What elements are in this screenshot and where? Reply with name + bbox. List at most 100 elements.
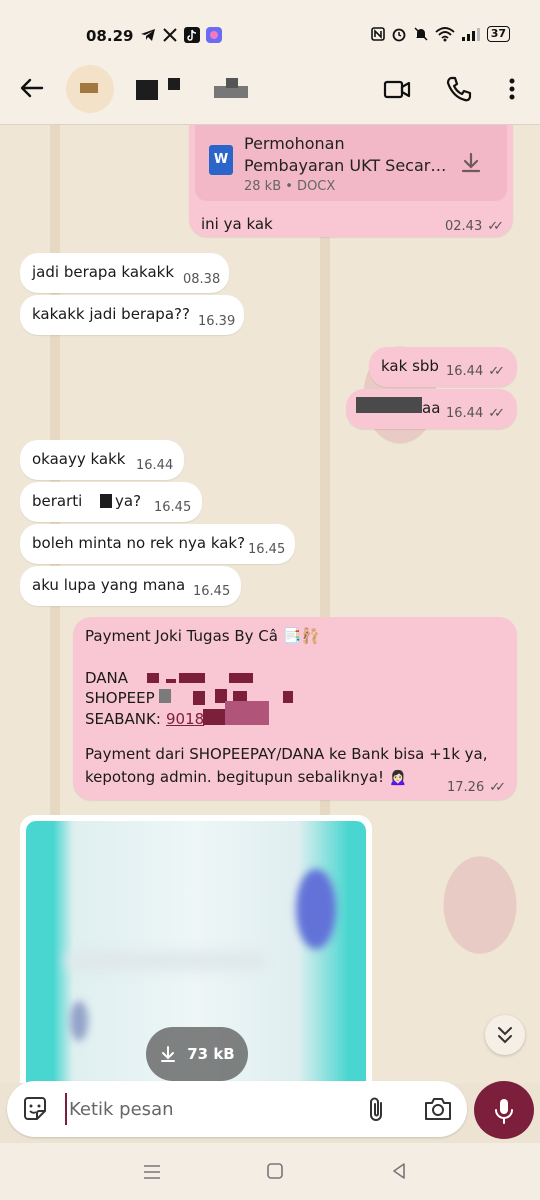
- tiktok-icon: [184, 27, 200, 43]
- redaction-block: [225, 701, 269, 725]
- redaction-block: [229, 673, 253, 683]
- back-arrow-icon[interactable]: [18, 74, 46, 102]
- redaction-block: [100, 494, 112, 508]
- payment-message[interactable]: Payment Joki Tugas By Câ 📑🩰 DANA SHOPEEP…: [73, 617, 517, 800]
- incoming-message[interactable]: boleh minta no rek nya kak? 16.45: [20, 524, 295, 564]
- message-text: berarti: [32, 492, 83, 510]
- redaction-block: [283, 691, 293, 703]
- contact-name-redaction: [226, 78, 238, 88]
- message-time: 16.45: [154, 500, 192, 515]
- video-call-icon[interactable]: [382, 74, 412, 104]
- message-time: 16.44: [136, 458, 174, 473]
- wifi-icon: [435, 26, 455, 42]
- message-input[interactable]: [65, 1093, 355, 1125]
- scroll-to-bottom-button[interactable]: [485, 1015, 525, 1055]
- status-system-icons: 37: [370, 26, 510, 42]
- alarm-icon: [391, 26, 407, 42]
- document-filename: Permohonan Pembayaran UKT Secara...: [244, 133, 454, 177]
- document-message[interactable]: W Permohonan Pembayaran UKT Secara... 28…: [189, 125, 513, 237]
- payment-shopee: SHOPEEP: [85, 689, 155, 707]
- message-text: okaayy kakk: [32, 450, 126, 468]
- incoming-message[interactable]: aku lupa yang mana 16.45: [20, 566, 241, 606]
- top-bar: 08.29 37: [0, 0, 540, 125]
- message-text: jadi berapa kakakk: [32, 263, 175, 281]
- incoming-message[interactable]: berarti ya? 16.45: [20, 482, 202, 522]
- double-check-icon: ✓✓: [488, 406, 505, 421]
- download-icon: [159, 1045, 177, 1063]
- double-check-icon: ✓✓: [488, 364, 505, 379]
- voice-record-button[interactable]: [474, 1081, 534, 1139]
- status-time: 08.29: [86, 27, 134, 45]
- double-check-icon: ✓✓: [487, 219, 504, 234]
- payment-seabank: SEABANK:: [85, 710, 161, 728]
- shortcut-app-icon: [206, 27, 222, 43]
- blurred-shape: [296, 869, 336, 949]
- word-doc-icon: W: [209, 145, 233, 175]
- message-time-text: 17.26: [447, 780, 485, 795]
- signal-icon: [461, 26, 481, 42]
- incoming-message[interactable]: kakakk jadi berapa?? 16.39: [20, 295, 244, 335]
- message-time: 17.26 ✓✓: [447, 780, 506, 795]
- download-icon[interactable]: [459, 151, 483, 175]
- contact-name-redaction: [146, 92, 158, 100]
- attach-icon[interactable]: [363, 1095, 391, 1123]
- camera-icon[interactable]: [423, 1095, 453, 1123]
- outgoing-message[interactable]: aa 16.44 ✓✓: [346, 389, 517, 429]
- payment-dana: DANA: [85, 669, 129, 687]
- telegram-icon: [140, 27, 156, 43]
- message-text: aa: [422, 399, 441, 417]
- message-composer: [7, 1081, 467, 1137]
- message-time: 16.45: [248, 542, 286, 557]
- back-nav-icon[interactable]: [390, 1162, 408, 1180]
- redaction-block: [166, 679, 176, 683]
- document-card[interactable]: W Permohonan Pembayaran UKT Secara... 28…: [195, 125, 507, 201]
- contact-name-redaction: [168, 78, 180, 90]
- seabank-account-link[interactable]: 9018: [166, 710, 204, 728]
- message-text: kak sbb: [381, 357, 439, 375]
- message-text-suffix: ya?: [115, 492, 142, 510]
- message-time: 16.44 ✓✓: [446, 406, 505, 421]
- document-filename-line2: Pembayaran UKT Secara...: [244, 156, 454, 175]
- x-icon: [162, 27, 178, 43]
- status-bar: 08.29 37: [0, 0, 540, 60]
- recent-apps-icon[interactable]: [142, 1163, 162, 1181]
- payment-note-line2: kepotong admin. begitupun sebaliknya! 🙍🏻…: [85, 768, 408, 786]
- message-text: aku lupa yang mana: [32, 576, 186, 594]
- blurred-shape: [70, 1001, 88, 1041]
- more-options-icon[interactable]: [498, 74, 526, 104]
- phone-icon[interactable]: [444, 74, 474, 104]
- status-app-icons: [140, 27, 222, 43]
- chat-header: [0, 60, 540, 120]
- sticker-icon[interactable]: [21, 1095, 49, 1123]
- microphone-icon: [491, 1097, 517, 1125]
- message-time-text: 02.43: [445, 219, 483, 234]
- redaction-block: [356, 397, 422, 413]
- document-caption: ini ya kak: [201, 215, 273, 233]
- message-time-text: 16.44: [446, 406, 484, 421]
- message-text: kakakk jadi berapa??: [32, 305, 190, 323]
- outgoing-message[interactable]: kak sbb 16.44 ✓✓: [369, 347, 517, 387]
- system-navigation-bar: [0, 1143, 540, 1200]
- redaction-block: [159, 689, 171, 703]
- chat-area[interactable]: W Permohonan Pembayaran UKT Secara... 28…: [0, 125, 540, 1083]
- double-check-icon: ✓✓: [489, 780, 506, 795]
- document-meta: 28 kB • DOCX: [244, 179, 336, 194]
- battery-indicator: 37: [486, 26, 510, 42]
- message-text: boleh minta no rek nya kak?: [32, 534, 246, 552]
- home-icon[interactable]: [266, 1162, 284, 1180]
- message-time-text: 16.44: [446, 364, 484, 379]
- message-time: 08.38: [183, 272, 221, 287]
- image-size: 73 kB: [187, 1045, 235, 1063]
- message-time: 16.39: [198, 314, 236, 329]
- contact-avatar[interactable]: [66, 65, 114, 113]
- double-chevron-down-icon: [485, 1015, 525, 1055]
- image-download-button[interactable]: 73 kB: [146, 1027, 248, 1081]
- document-filename-line1: Permohonan: [244, 134, 345, 153]
- incoming-message[interactable]: okaayy kakk 16.44: [20, 440, 184, 480]
- message-time: 02.43 ✓✓: [445, 219, 504, 234]
- payment-title: Payment Joki Tugas By Câ 📑🩰: [85, 627, 321, 645]
- redaction-block: [193, 691, 205, 705]
- message-time: 16.45: [193, 584, 231, 599]
- nfc-icon: [370, 27, 385, 41]
- incoming-message[interactable]: jadi berapa kakakk 08.38: [20, 253, 229, 293]
